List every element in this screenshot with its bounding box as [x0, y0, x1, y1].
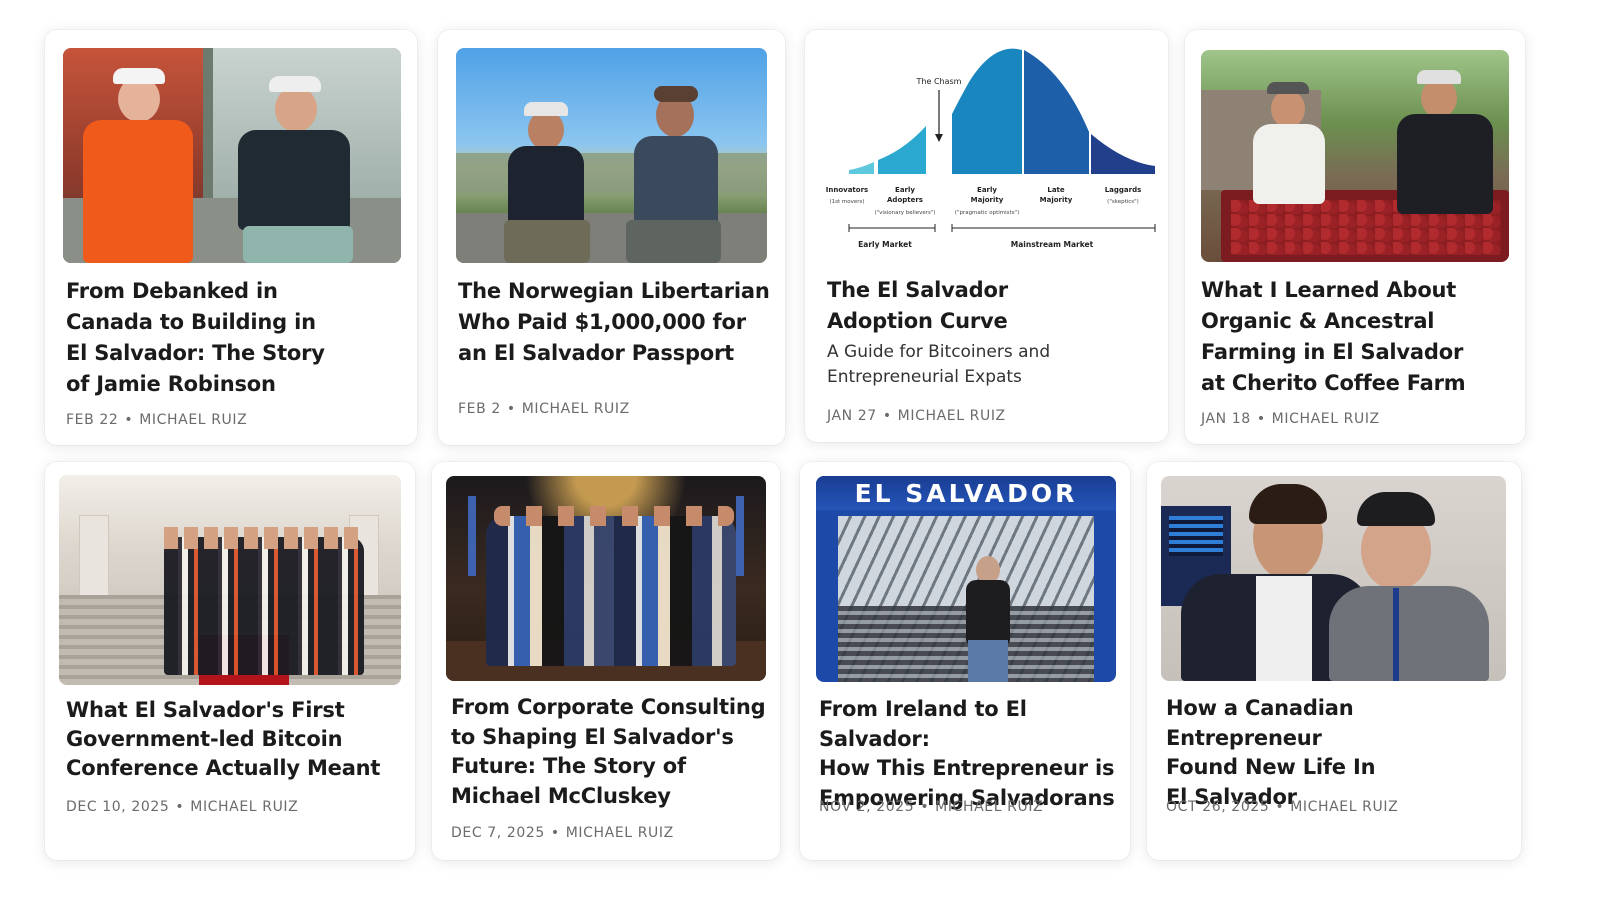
article-thumbnail[interactable]: EL SALVADOR [816, 476, 1116, 682]
article-title[interactable]: What El Salvador's First Government-led … [66, 696, 406, 783]
article-thumbnail[interactable] [1161, 476, 1506, 681]
article-meta: FEB 22 • MICHAEL RUIZ [66, 412, 247, 428]
article-card-3[interactable]: The Chasm Innovators (1st movers) Early … [805, 30, 1168, 442]
article-meta: DEC 7, 2025 • MICHAEL RUIZ [451, 825, 674, 841]
article-meta: JAN 27 • MICHAEL RUIZ [827, 408, 1006, 424]
article-author[interactable]: MICHAEL RUIZ [935, 799, 1043, 815]
article-card-8[interactable]: How a Canadian Entrepreneur Found New Li… [1147, 462, 1521, 860]
meta-separator: • [124, 412, 134, 428]
segment-early-majority [952, 48, 1022, 174]
article-card-6[interactable]: From Corporate Consulting to Shaping El … [432, 462, 780, 860]
article-meta: JAN 18 • MICHAEL RUIZ [1201, 411, 1380, 427]
article-author[interactable]: MICHAEL RUIZ [898, 408, 1006, 424]
article-title[interactable]: From Corporate Consulting to Shaping El … [451, 693, 773, 811]
article-date: JAN 18 [1201, 411, 1251, 427]
article-title[interactable]: From Debanked in Canada to Building in E… [66, 276, 406, 400]
meta-separator: • [882, 408, 892, 424]
segment-label-innovators: Innovators [826, 186, 868, 194]
meta-separator: • [1256, 411, 1266, 427]
segment-label-late-majority: Late [1047, 186, 1065, 194]
article-title[interactable]: The Norwegian Libertarian Who Paid $1,00… [458, 276, 778, 369]
article-title[interactable]: The El Salvador Adoption Curve [827, 275, 1147, 337]
segment-label-early-majority: Early [977, 186, 997, 194]
article-thumbnail[interactable] [446, 476, 766, 681]
meta-separator: • [175, 799, 185, 815]
article-date: DEC 10, 2025 [66, 799, 170, 815]
article-thumbnail[interactable] [1201, 50, 1509, 262]
meta-separator: • [506, 401, 516, 417]
article-date: FEB 2 [458, 401, 501, 417]
market-label-early: Early Market [858, 240, 912, 249]
article-thumbnail[interactable] [456, 48, 767, 263]
segment-label-early-adopters: Early [895, 186, 915, 194]
article-card-4[interactable]: What I Learned About Organic & Ancestral… [1185, 30, 1525, 444]
svg-text:Adopters: Adopters [887, 196, 923, 204]
article-author[interactable]: MICHAEL RUIZ [139, 412, 247, 428]
article-card-7[interactable]: EL SALVADOR From Ireland to El Salvador:… [800, 462, 1130, 860]
article-meta: NOV 2, 2025 • MICHAEL RUIZ [819, 799, 1043, 815]
article-meta: OCT 26, 2025 • MICHAEL RUIZ [1166, 799, 1398, 815]
article-thumbnail[interactable] [63, 48, 401, 263]
segment-early-adopters [878, 126, 926, 174]
segment-note-innovators: (1st movers) [829, 199, 864, 205]
adoption-curve-chart: The Chasm Innovators (1st movers) Early … [826, 48, 1156, 249]
sign-banner: EL SALVADOR [816, 476, 1116, 510]
article-author[interactable]: MICHAEL RUIZ [1290, 799, 1398, 815]
segment-note-early-majority: ("pragmatic optimists") [955, 210, 1019, 216]
article-subtitle: A Guide for Bitcoiners and Entrepreneuri… [827, 342, 1051, 387]
svg-text:Majority: Majority [971, 196, 1004, 204]
article-meta: FEB 2 • MICHAEL RUIZ [458, 401, 630, 417]
article-date: OCT 26, 2025 [1166, 799, 1270, 815]
segment-innovators [849, 162, 874, 174]
segment-label-laggards: Laggards [1105, 186, 1142, 194]
svg-text:Majority: Majority [1040, 196, 1073, 204]
article-author[interactable]: MICHAEL RUIZ [522, 401, 630, 417]
article-date: NOV 2, 2025 [819, 799, 915, 815]
article-author[interactable]: MICHAEL RUIZ [566, 825, 674, 841]
article-date: DEC 7, 2025 [451, 825, 545, 841]
article-title[interactable]: From Ireland to El Salvador: How This En… [819, 695, 1127, 813]
segment-note-laggards: ("skeptics") [1107, 199, 1139, 205]
article-meta: DEC 10, 2025 • MICHAEL RUIZ [66, 799, 298, 815]
segment-note-early-adopters: ("visionary believers") [874, 210, 935, 216]
segment-late-majority [1024, 50, 1089, 174]
article-date: JAN 27 [827, 408, 877, 424]
meta-separator: • [1275, 799, 1285, 815]
sign-text: EL SALVADOR [854, 478, 1078, 508]
article-date: FEB 22 [66, 412, 119, 428]
article-author[interactable]: MICHAEL RUIZ [1272, 411, 1380, 427]
meta-separator: • [920, 799, 930, 815]
article-card-2[interactable]: The Norwegian Libertarian Who Paid $1,00… [438, 30, 785, 445]
adoption-curve-diagram[interactable]: The Chasm Innovators (1st movers) Early … [819, 42, 1159, 267]
article-title[interactable]: How a Canadian Entrepreneur Found New Li… [1166, 694, 1511, 812]
segment-laggards [1091, 134, 1155, 174]
meta-separator: • [550, 825, 560, 841]
market-label-mainstream: Mainstream Market [1011, 240, 1094, 249]
article-card-1[interactable]: From Debanked in Canada to Building in E… [45, 30, 417, 445]
chasm-label: The Chasm [916, 77, 962, 86]
article-thumbnail[interactable] [59, 475, 401, 685]
article-card-5[interactable]: What El Salvador's First Government-led … [45, 462, 415, 860]
article-title[interactable]: What I Learned About Organic & Ancestral… [1201, 275, 1519, 399]
article-author[interactable]: MICHAEL RUIZ [190, 799, 298, 815]
